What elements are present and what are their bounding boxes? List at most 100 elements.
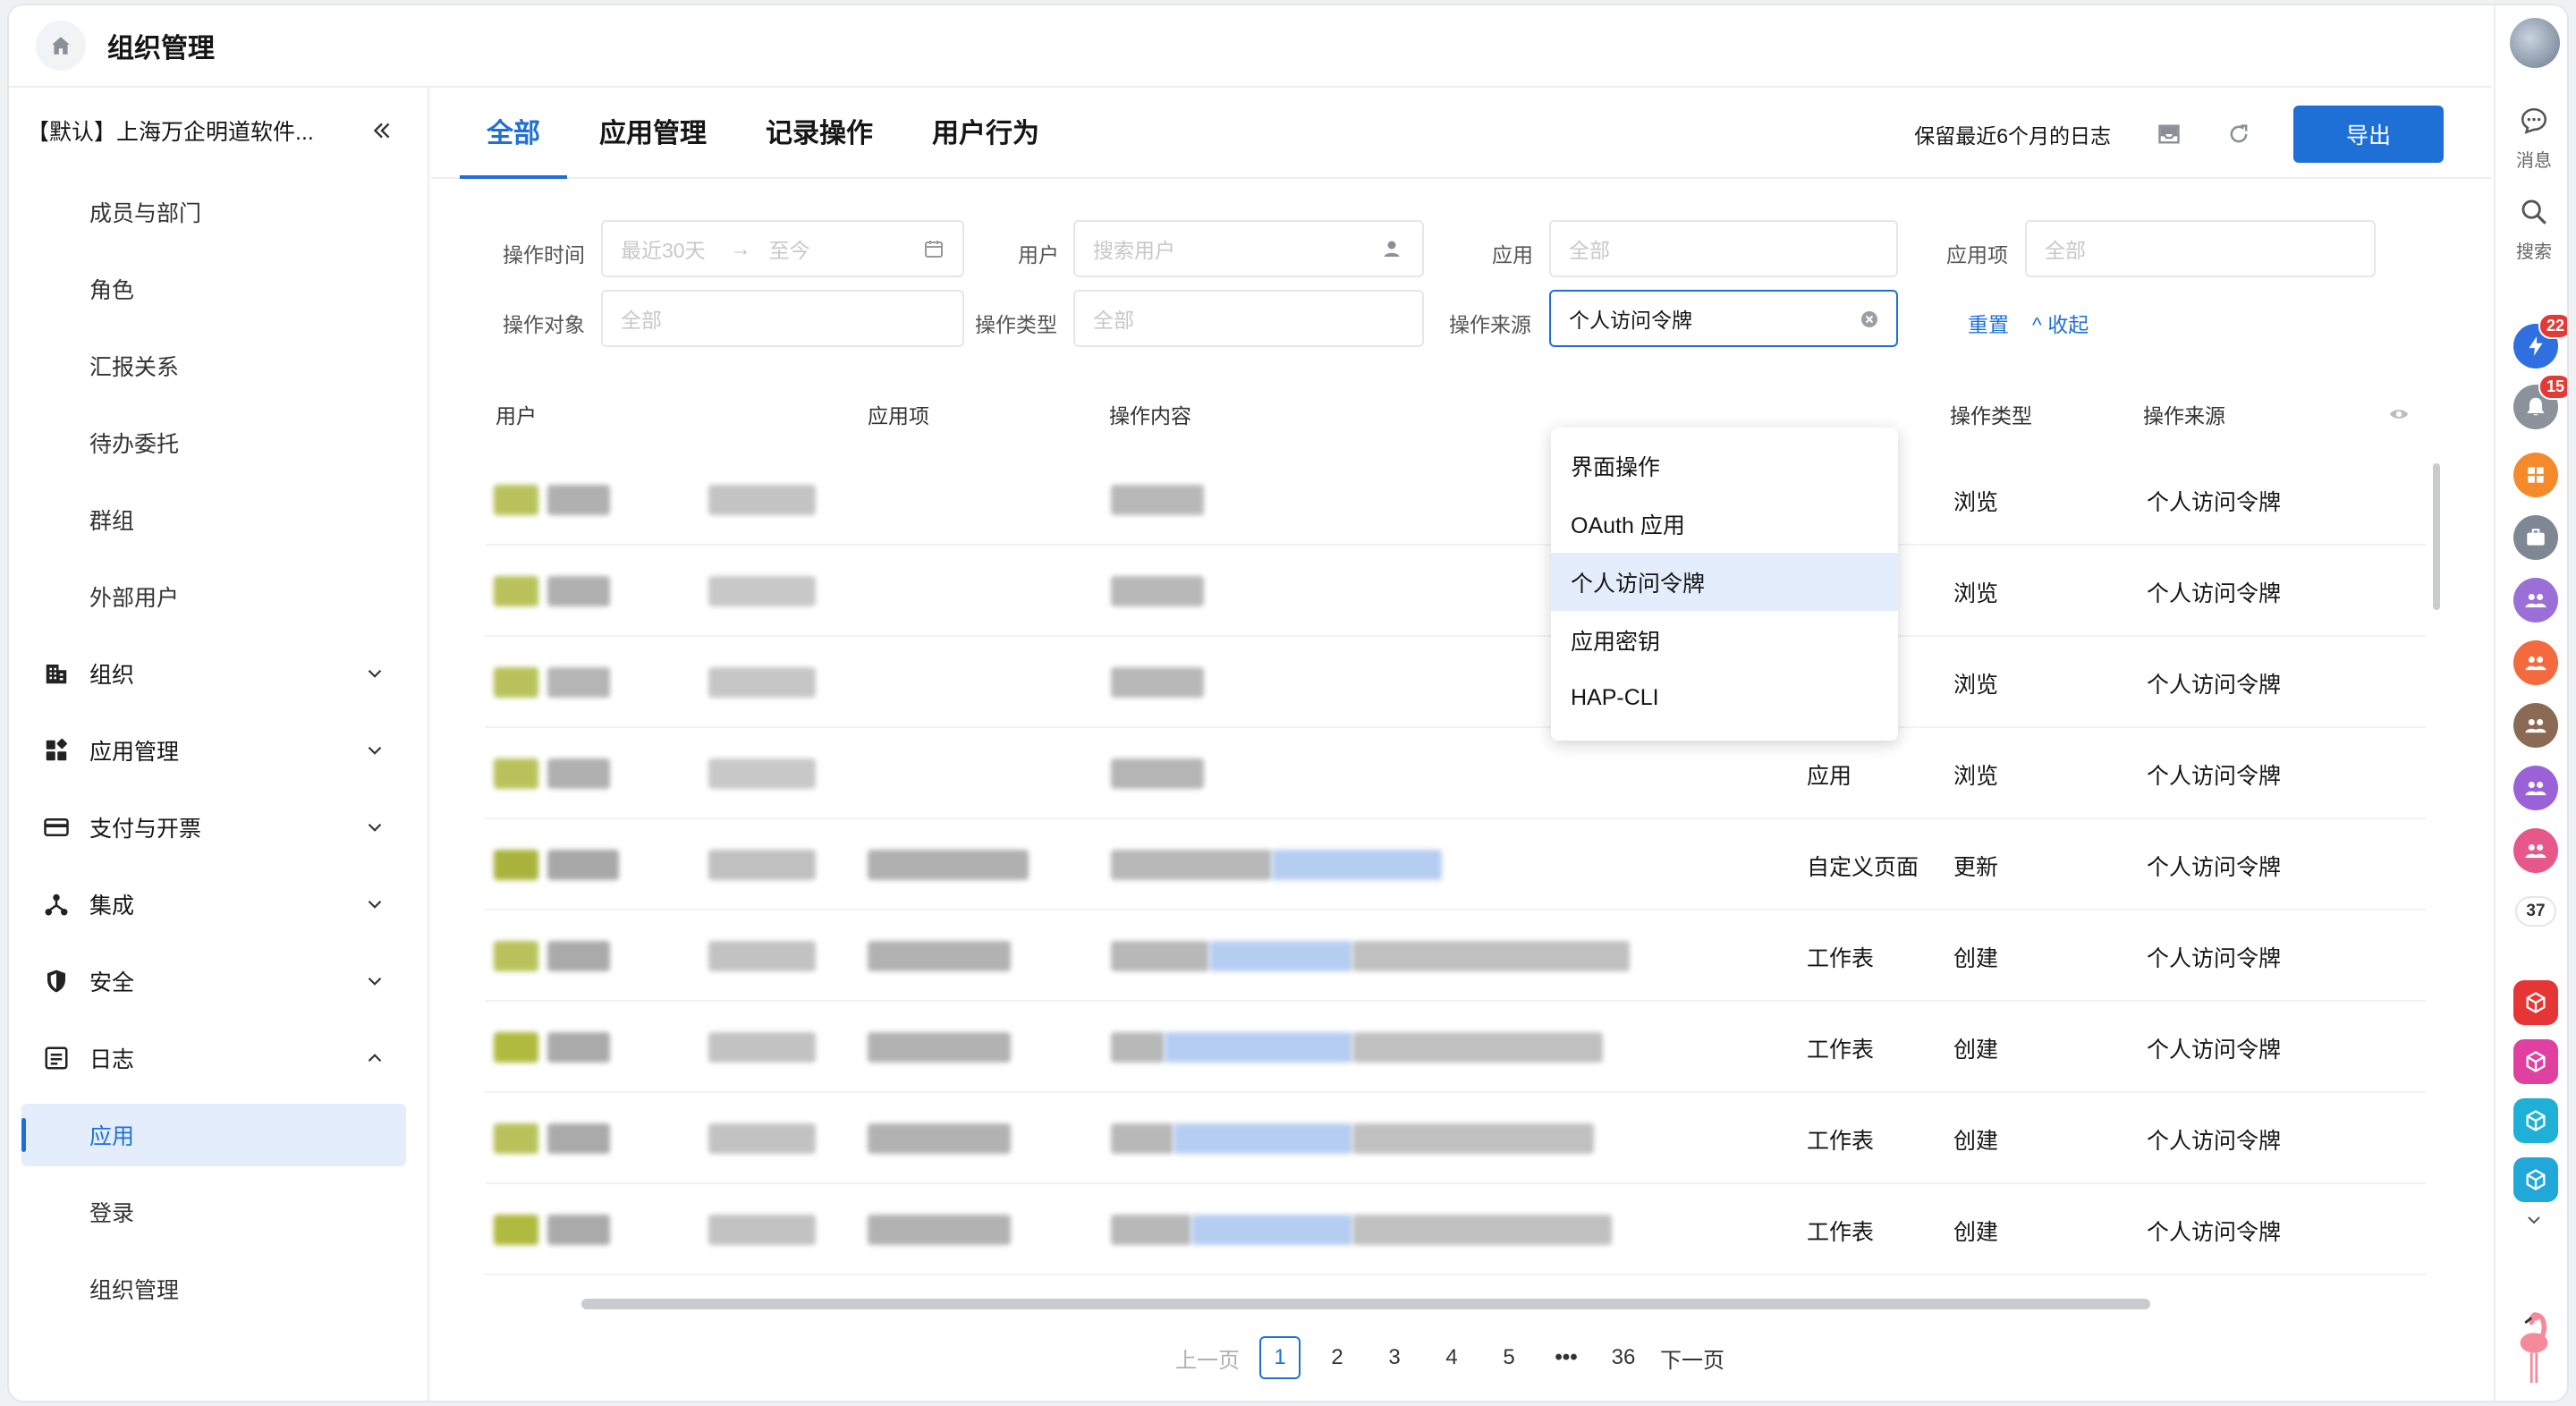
cube-app-button[interactable] [2513,1039,2558,1084]
app-select[interactable]: 全部 [1549,220,1898,277]
log-icon [41,1043,72,1073]
sidebar-group-billing[interactable]: 支付与开票 [9,789,428,866]
page-button-last[interactable]: 36 [1603,1336,1644,1379]
table-row[interactable]: 应用 浏览 个人访问令牌 [485,637,2426,728]
type-cell: 创建 [1953,1129,1999,1154]
chevron-down-icon [2528,1216,2540,1224]
cube-app-button[interactable] [2513,1157,2558,1202]
sidebar-item-members[interactable]: 成员与部门 [9,174,428,250]
source-dropdown: 界面操作 OAuth 应用 个人访问令牌 应用密钥 HAP-CLI [1551,428,1898,741]
sidebar-group-security[interactable]: 安全 [9,943,428,1020]
next-page-button[interactable]: 下一页 [1660,1336,1724,1379]
group-app-button[interactable] [2513,703,2558,748]
sidebar-group-integration[interactable]: 集成 [9,866,428,943]
grid-app-button[interactable] [2513,453,2558,497]
group-app-button[interactable] [2513,766,2558,810]
page-button-3[interactable]: 3 [1374,1336,1415,1379]
user-search-input[interactable]: 搜索用户 [1073,220,1424,277]
avatar [494,850,538,880]
source-cell: 个人访问令牌 [2147,1038,2282,1063]
sidebar-item-groups[interactable]: 群组 [9,481,428,558]
prev-page-button[interactable]: 上一页 [1175,1336,1240,1379]
refresh-icon[interactable] [2224,119,2254,149]
sidebar-item-external-users[interactable]: 外部用户 [9,558,428,635]
app-blurred [708,850,816,880]
table-row[interactable]: 浏览 个人访问令牌 [485,546,2426,637]
group-app-button[interactable] [2513,828,2558,873]
tab-record-operations[interactable]: 记录操作 [766,111,873,177]
app-item-select[interactable]: 全部 [2025,220,2376,277]
sidebar-group-organization[interactable]: 组织 [9,635,428,712]
sidebar-item-roles[interactable]: 角色 [9,250,428,327]
collapse-label: 收起 [2047,313,2089,336]
briefcase-app-button[interactable] [2513,515,2558,560]
source-option-oauth[interactable]: OAuth 应用 [1551,495,1898,553]
tab-user-behavior[interactable]: 用户行为 [932,111,1039,177]
source-select[interactable]: 个人访问令牌 [1549,290,1898,347]
search-label: 搜索 [2516,242,2552,262]
home-icon [52,37,70,55]
page-button-1[interactable]: 1 [1259,1336,1301,1379]
collapse-filters-button[interactable]: ^ 收起 [2032,308,2089,338]
org-switcher[interactable]: 【默认】上海万企明道软件... [9,88,428,174]
reset-button[interactable]: 重置 [1968,308,2009,338]
sidebar-item-delegation[interactable]: 待办委托 [9,404,428,481]
cube-app-button[interactable] [2513,1098,2558,1143]
source-option-hap-cli[interactable]: HAP-CLI [1551,669,1898,727]
source-option-ui[interactable]: 界面操作 [1551,436,1898,495]
notification-badge: 15 [2538,374,2567,400]
app-count-pill[interactable]: 37 [2515,896,2556,927]
object-select[interactable]: 全部 [601,290,964,347]
main-content: 全部 应用管理 记录操作 用户行为 保留最近6个月的日志 导出 操作时间 最近3… [431,88,2492,1401]
sidebar-group-app-management[interactable]: 应用管理 [9,712,428,789]
export-button[interactable]: 导出 [2293,106,2444,163]
sidebar-item-log-org[interactable]: 组织管理 [9,1250,428,1327]
search-button[interactable]: 搜索 [2496,197,2567,263]
clear-icon[interactable] [1859,309,1880,330]
source-option-pat[interactable]: 个人访问令牌 [1551,553,1898,611]
horizontal-scrollbar[interactable] [581,1299,2150,1309]
col-user: 用户 [496,404,537,428]
sidebar-group-label: 组织 [89,663,135,688]
more-apps-button[interactable] [2496,1209,2567,1235]
object-cell: 工作表 [1807,1220,1875,1245]
cube-app-button[interactable] [2513,980,2558,1025]
sidebar-item-reporting[interactable]: 汇报关系 [9,327,428,404]
sidebar-item-log-apps[interactable]: 应用 [21,1104,406,1166]
tab-app-management[interactable]: 应用管理 [599,111,707,177]
content-tail-blurred [1352,1123,1594,1154]
group-app-button[interactable] [2513,640,2558,685]
vertical-scrollbar[interactable] [2433,463,2440,610]
group-app-button[interactable] [2513,578,2558,623]
avatar [494,758,538,789]
group-icon [2525,719,2546,733]
table-row[interactable]: 应用 浏览 个人访问令牌 [485,728,2426,819]
top-header: 组织管理 [9,5,2492,88]
group-icon [2525,844,2546,859]
time-range-input[interactable]: 最近30天 → 至今 [601,220,964,277]
archive-icon[interactable] [2154,119,2184,149]
source-option-app-secret[interactable]: 应用密钥 [1551,611,1898,669]
table-row[interactable]: 工作表 创建 个人访问令牌 [485,1184,2426,1275]
table-row[interactable]: 工作表 创建 个人访问令牌 [485,911,2426,1002]
eye-icon[interactable] [2388,404,2410,424]
table-row[interactable]: 工作表 创建 个人访问令牌 [485,1002,2426,1093]
type-select[interactable]: 全部 [1073,290,1424,347]
sidebar-item-log-login[interactable]: 登录 [9,1173,428,1250]
tab-all[interactable]: 全部 [460,111,567,179]
right-rail: 消息 搜索 22 15 37 [2494,5,2567,1401]
sidebar-group-logs[interactable]: 日志 [9,1020,428,1097]
table-row[interactable]: 浏览 个人访问令牌 [485,454,2426,546]
page-button-4[interactable]: 4 [1431,1336,1472,1379]
page-button-2[interactable]: 2 [1317,1336,1358,1379]
table-row[interactable]: 自定义页面 更新 个人访问令牌 [485,819,2426,911]
page-ellipsis[interactable]: ••• [1546,1336,1587,1379]
user-avatar[interactable] [2510,18,2560,68]
mascot-button[interactable] [2496,1308,2567,1393]
home-button[interactable] [36,21,86,71]
collapse-sidebar-icon[interactable] [369,117,395,144]
col-source: 操作来源 [2143,404,2225,428]
table-row[interactable]: 工作表 创建 个人访问令牌 [485,1093,2426,1184]
page-button-5[interactable]: 5 [1488,1336,1530,1379]
messages-button[interactable]: 消息 [2496,106,2567,172]
